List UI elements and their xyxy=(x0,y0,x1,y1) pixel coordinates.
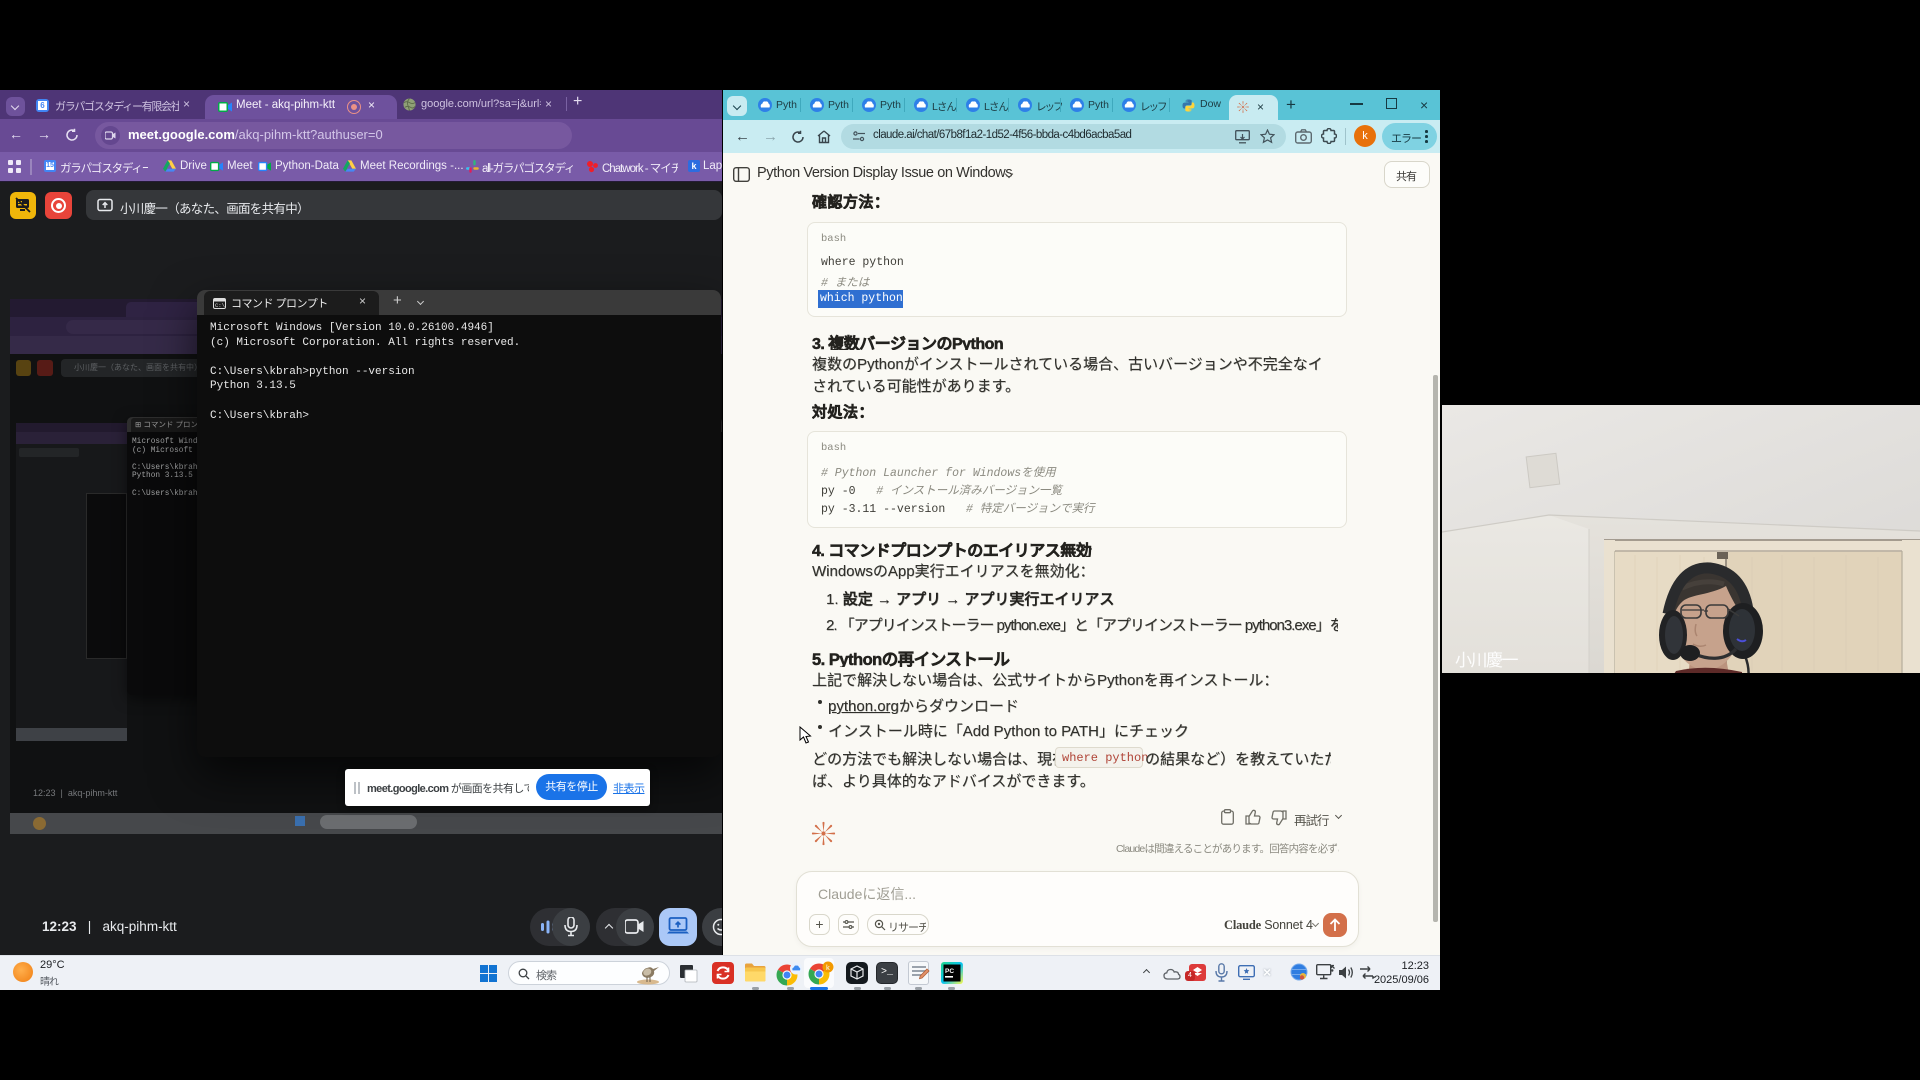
svg-text:PC: PC xyxy=(945,968,954,975)
svg-text:小川慶一: 小川慶一 xyxy=(1455,651,1518,670)
svg-text:k: k xyxy=(826,963,830,972)
svg-text:C:\: C:\ xyxy=(215,302,225,309)
